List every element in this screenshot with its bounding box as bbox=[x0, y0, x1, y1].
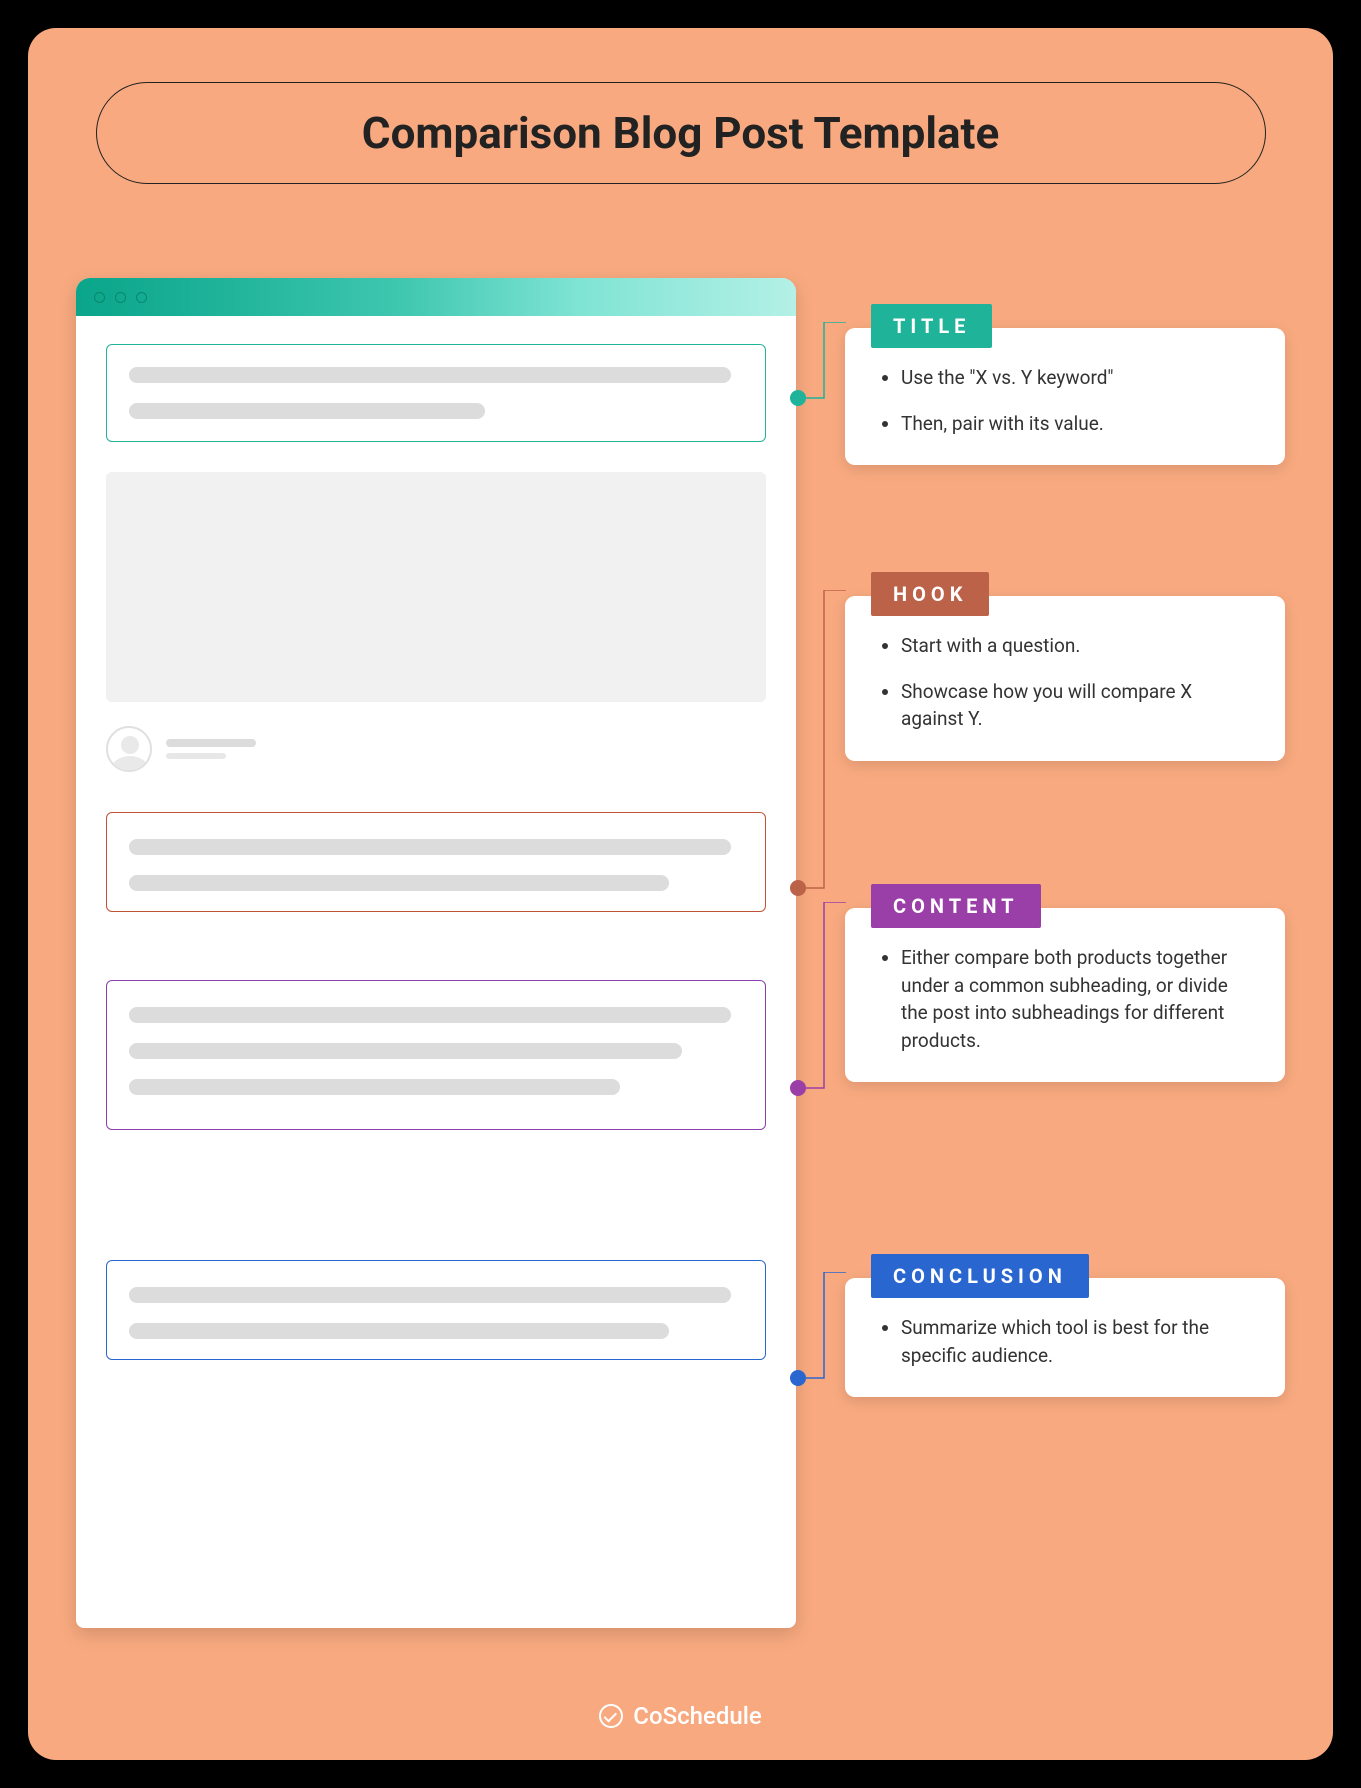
title-bullet: Then, pair with its value. bbox=[901, 410, 1257, 438]
placeholder-line bbox=[129, 839, 731, 855]
connector-line bbox=[798, 590, 846, 890]
title-section-placeholder bbox=[106, 344, 766, 442]
placeholder-line bbox=[129, 403, 485, 419]
brand-name: CoSchedule bbox=[633, 1702, 761, 1730]
hook-section-placeholder bbox=[106, 812, 766, 912]
placeholder-line bbox=[129, 1323, 669, 1339]
content-explainer-card: CONTENT Either compare both products tog… bbox=[845, 908, 1285, 1082]
placeholder-line bbox=[129, 367, 731, 383]
conclusion-tag: CONCLUSION bbox=[871, 1254, 1089, 1298]
window-dot-icon bbox=[136, 292, 147, 303]
connector-line bbox=[798, 322, 846, 402]
conclusion-bullet: Summarize which tool is best for the spe… bbox=[901, 1314, 1257, 1369]
title-bullet: Use the "X vs. Y keyword" bbox=[901, 364, 1257, 392]
window-dot-icon bbox=[94, 292, 105, 303]
connector-node-icon bbox=[790, 1370, 806, 1386]
placeholder-line bbox=[129, 1007, 731, 1023]
placeholder-line bbox=[129, 1079, 620, 1095]
placeholder-line bbox=[129, 1287, 731, 1303]
avatar-icon bbox=[106, 726, 152, 772]
window-dot-icon bbox=[115, 292, 126, 303]
placeholder-line bbox=[129, 875, 669, 891]
page-title: Comparison Blog Post Template bbox=[96, 82, 1266, 184]
hook-explainer-card: HOOK Start with a question. Showcase how… bbox=[845, 596, 1285, 761]
browser-chrome bbox=[76, 278, 796, 316]
title-tag: TITLE bbox=[871, 304, 992, 348]
connector-node-icon bbox=[790, 880, 806, 896]
hook-bullet: Showcase how you will compare X against … bbox=[901, 678, 1257, 733]
featured-image-placeholder bbox=[106, 472, 766, 702]
placeholder-line bbox=[166, 739, 256, 747]
placeholder-line bbox=[129, 1043, 682, 1059]
content-bullet: Either compare both products together un… bbox=[901, 944, 1257, 1054]
footer-brand: CoSchedule bbox=[28, 1702, 1333, 1730]
placeholder-line bbox=[166, 753, 226, 759]
content-tag: CONTENT bbox=[871, 884, 1041, 928]
hook-bullet: Start with a question. bbox=[901, 632, 1257, 660]
content-section-placeholder bbox=[106, 980, 766, 1130]
hook-tag: HOOK bbox=[871, 572, 989, 616]
brand-check-icon bbox=[599, 1704, 623, 1728]
connector-node-icon bbox=[790, 1080, 806, 1096]
connector-line bbox=[798, 902, 846, 1092]
conclusion-section-placeholder bbox=[106, 1260, 766, 1360]
author-meta bbox=[106, 726, 766, 772]
connector-node-icon bbox=[790, 390, 806, 406]
title-explainer-card: TITLE Use the "X vs. Y keyword" Then, pa… bbox=[845, 328, 1285, 465]
connector-line bbox=[798, 1272, 846, 1382]
conclusion-explainer-card: CONCLUSION Summarize which tool is best … bbox=[845, 1278, 1285, 1397]
infographic-canvas: Comparison Blog Post Template bbox=[28, 28, 1333, 1760]
browser-mockup bbox=[76, 278, 796, 1628]
